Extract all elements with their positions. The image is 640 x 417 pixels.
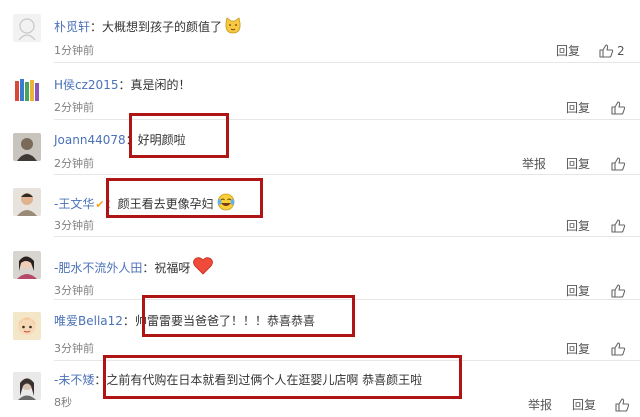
like-button[interactable] — [598, 43, 614, 59]
timestamp: 3分钟前 — [54, 219, 94, 232]
username-link[interactable]: -未不矮 — [54, 373, 94, 387]
verified-badge-icon: ✔ — [95, 198, 105, 211]
avatar[interactable] — [13, 14, 41, 42]
reply-button[interactable]: 回复 — [572, 398, 596, 412]
avatar[interactable] — [13, 251, 41, 279]
separator: ： — [118, 78, 131, 92]
username-link[interactable]: 朴觅轩 — [54, 20, 90, 34]
avatar[interactable] — [13, 133, 41, 161]
timestamp: 3分钟前 — [54, 342, 94, 355]
reply-button[interactable]: 回复 — [566, 284, 590, 298]
comment-text-line: 朴觅轩：大概想到孩子的颜值了 — [54, 17, 242, 39]
username-link[interactable]: -肥水不流外人田 — [54, 261, 142, 275]
report-button[interactable]: 举报 — [522, 157, 546, 171]
cat-face-emoji-icon — [224, 17, 242, 39]
avatar[interactable] — [13, 372, 41, 400]
comment-text: 祝福呀 — [154, 261, 191, 275]
reply-button[interactable]: 回复 — [566, 157, 590, 171]
comment-text-line: -肥水不流外人田：祝福呀 — [54, 256, 214, 280]
avatar[interactable] — [13, 188, 41, 216]
reply-button[interactable]: 回复 — [566, 342, 590, 356]
thumbs-up-icon — [611, 157, 626, 171]
username-link[interactable]: Joann44078 — [54, 133, 126, 147]
reply-button[interactable]: 回复 — [556, 44, 580, 58]
highlight-box — [129, 113, 229, 158]
highlight-box — [103, 355, 462, 399]
comment-text-line: H侯cz2015：真是闲的！ — [54, 77, 191, 93]
comment-item: H侯cz2015：真是闲的！ 2分钟前 回复 — [0, 63, 640, 120]
comment-item: Joann44078：好明颜啦 2分钟前 举报 回复 — [0, 120, 640, 175]
timestamp: 3分钟前 — [54, 284, 94, 297]
username-link[interactable]: -王文华 — [54, 197, 94, 211]
highlight-box — [142, 295, 355, 337]
timestamp: 2分钟前 — [54, 101, 94, 114]
comment-text: 大概想到孩子的颜值了 — [102, 20, 223, 34]
separator: ： — [122, 314, 135, 328]
comment-item: -肥水不流外人田：祝福呀 3分钟前 回复 — [0, 237, 640, 300]
thumbs-up-icon — [611, 284, 626, 298]
reply-button[interactable]: 回复 — [566, 219, 590, 233]
like-button[interactable] — [614, 397, 630, 413]
report-button[interactable]: 举报 — [528, 398, 552, 412]
timestamp: 2分钟前 — [54, 157, 94, 170]
like-button[interactable] — [610, 156, 626, 172]
thumbs-up-icon — [611, 101, 626, 115]
heart-emoji-icon — [192, 256, 214, 280]
like-count: 2 — [617, 44, 625, 58]
username-link[interactable]: 唯爱Bella12 — [54, 314, 123, 328]
username-link[interactable]: H侯cz2015 — [54, 78, 118, 92]
comment-text: 真是闲的！ — [130, 78, 191, 92]
like-button[interactable] — [610, 283, 626, 299]
thumbs-up-icon — [615, 398, 630, 412]
reply-button[interactable]: 回复 — [566, 101, 590, 115]
avatar[interactable] — [13, 312, 41, 340]
like-button[interactable] — [610, 100, 626, 116]
timestamp: 1分钟前 — [54, 44, 94, 57]
highlight-box — [106, 178, 263, 218]
timestamp: 8秒 — [54, 396, 72, 409]
separator: ： — [142, 261, 155, 275]
separator: ： — [90, 20, 103, 34]
like-button[interactable] — [610, 218, 626, 234]
comment-item: -王文华✔：颜王看去更像孕妇 3分钟前 回复 — [0, 175, 640, 237]
thumbs-up-icon — [599, 44, 614, 58]
avatar[interactable] — [13, 75, 41, 103]
thumbs-up-icon — [611, 342, 626, 356]
thumbs-up-icon — [611, 219, 626, 233]
comment-item: 朴觅轩：大概想到孩子的颜值了 1分钟前 回复 2 — [0, 0, 640, 63]
like-button[interactable] — [610, 341, 626, 357]
